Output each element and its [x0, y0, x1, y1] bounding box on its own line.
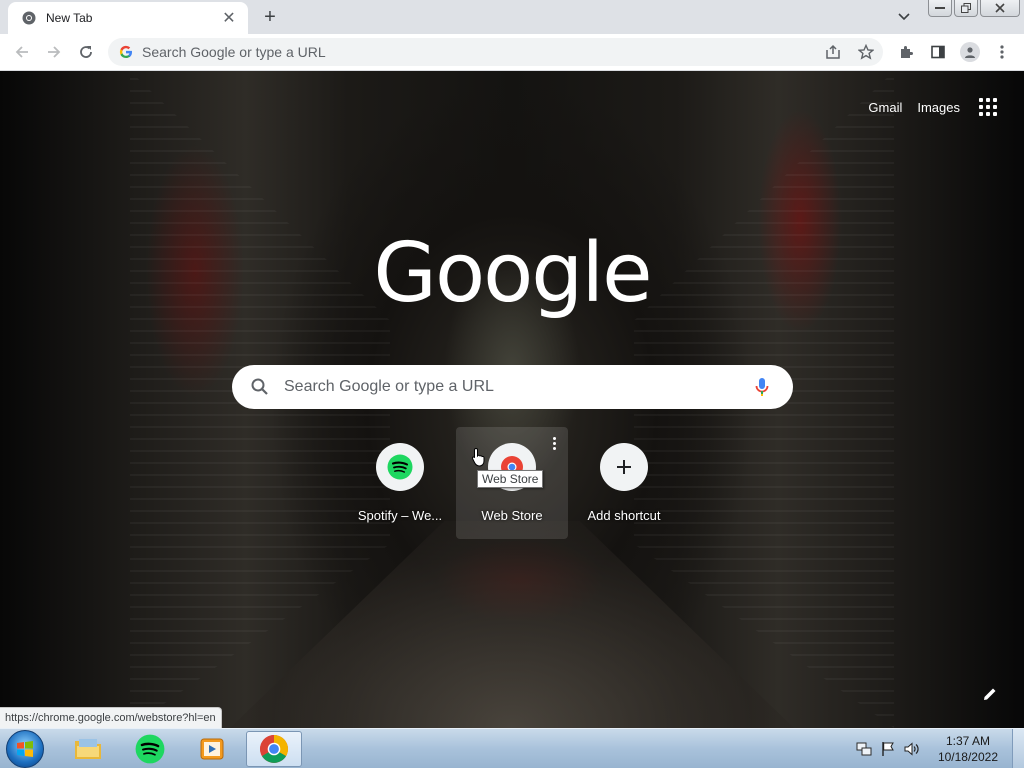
system-tray: 1:37 AM 10/18/2022: [852, 729, 1024, 768]
gmail-link[interactable]: Gmail: [868, 100, 902, 115]
google-g-icon: [119, 45, 132, 58]
ntp-search-box[interactable]: [232, 365, 793, 409]
windows-taskbar: 1:37 AM 10/18/2022: [0, 728, 1024, 768]
minimize-button[interactable]: [928, 0, 952, 17]
spotify-icon: [135, 734, 165, 764]
chrome-icon: [22, 11, 36, 25]
profile-button[interactable]: [958, 40, 982, 64]
side-panel-icon[interactable]: [926, 40, 950, 64]
shortcut-title: Web Store: [481, 508, 543, 523]
shortcut-add[interactable]: Add shortcut: [568, 427, 680, 539]
omnibox[interactable]: [108, 38, 883, 66]
shortcut-title: Spotify – We...: [357, 508, 443, 523]
taskbar-clock[interactable]: 1:37 AM 10/18/2022: [938, 733, 998, 765]
new-tab-page: Gmail Images Google Spotify – We... Web …: [0, 71, 1024, 728]
shortcut-more-actions-icon[interactable]: [546, 435, 562, 451]
chrome-icon: [260, 735, 288, 763]
shortcut-spotify[interactable]: Spotify – We...: [344, 427, 456, 539]
status-bubble-url: https://chrome.google.com/webstore?hl=en: [0, 707, 222, 728]
volume-icon[interactable]: [904, 741, 920, 757]
taskbar-spotify[interactable]: [122, 731, 178, 767]
kebab-menu-icon[interactable]: [990, 40, 1014, 64]
clock-time: 1:37 AM: [945, 734, 990, 748]
taskbar-chrome[interactable]: [246, 731, 302, 767]
close-window-button[interactable]: [980, 0, 1020, 17]
forward-arrow-icon: [48, 46, 61, 58]
customize-pencil-icon[interactable]: [978, 682, 1002, 706]
reload-icon: [80, 46, 92, 58]
browser-toolbar: [0, 34, 1024, 71]
restore-button[interactable]: [954, 0, 978, 17]
action-center-flag-icon[interactable]: [880, 741, 896, 757]
taskbar-file-explorer[interactable]: [60, 731, 116, 767]
tab-close-icon[interactable]: ✕: [220, 9, 238, 27]
show-desktop-button[interactable]: [1012, 729, 1024, 768]
spotify-icon: [376, 443, 424, 491]
clock-date: 10/18/2022: [937, 750, 998, 764]
tooltip: Web Store: [477, 470, 544, 488]
back-arrow-icon: [15, 46, 28, 58]
shortcut-title: Add shortcut: [587, 508, 661, 523]
omnibox-input[interactable]: [142, 44, 782, 60]
folder-icon: [75, 739, 101, 759]
network-icon[interactable]: [856, 741, 872, 757]
avatar-icon: [960, 42, 980, 62]
search-icon: [251, 378, 268, 395]
ntp-search-input[interactable]: [284, 378, 734, 396]
new-tab-button[interactable]: +: [258, 5, 282, 29]
hand-cursor-icon: [471, 447, 485, 467]
google-logo: Google: [373, 226, 652, 321]
voice-search-mic-icon[interactable]: [751, 376, 773, 398]
back-button[interactable]: [10, 40, 34, 64]
taskbar-media-player[interactable]: [184, 731, 240, 767]
reload-button[interactable]: [74, 40, 98, 64]
window-controls: [928, 0, 1020, 18]
media-player-icon: [200, 738, 224, 760]
tab-search-chevron-icon[interactable]: [894, 7, 914, 27]
plus-icon: [600, 443, 648, 491]
images-link[interactable]: Images: [917, 100, 960, 115]
bookmark-star-icon[interactable]: [856, 42, 876, 62]
ntp-top-links: Gmail Images: [853, 95, 1000, 119]
share-icon[interactable]: [823, 42, 843, 62]
google-apps-grid-icon[interactable]: [976, 95, 1000, 119]
start-button[interactable]: [6, 730, 44, 768]
windows-logo-icon: [17, 741, 33, 757]
forward-button[interactable]: [42, 40, 66, 64]
tab-new-tab[interactable]: New Tab ✕: [8, 2, 248, 34]
tab-title: New Tab: [46, 11, 93, 25]
extensions-puzzle-icon[interactable]: [894, 40, 918, 64]
tab-strip: New Tab ✕ +: [0, 0, 1024, 34]
